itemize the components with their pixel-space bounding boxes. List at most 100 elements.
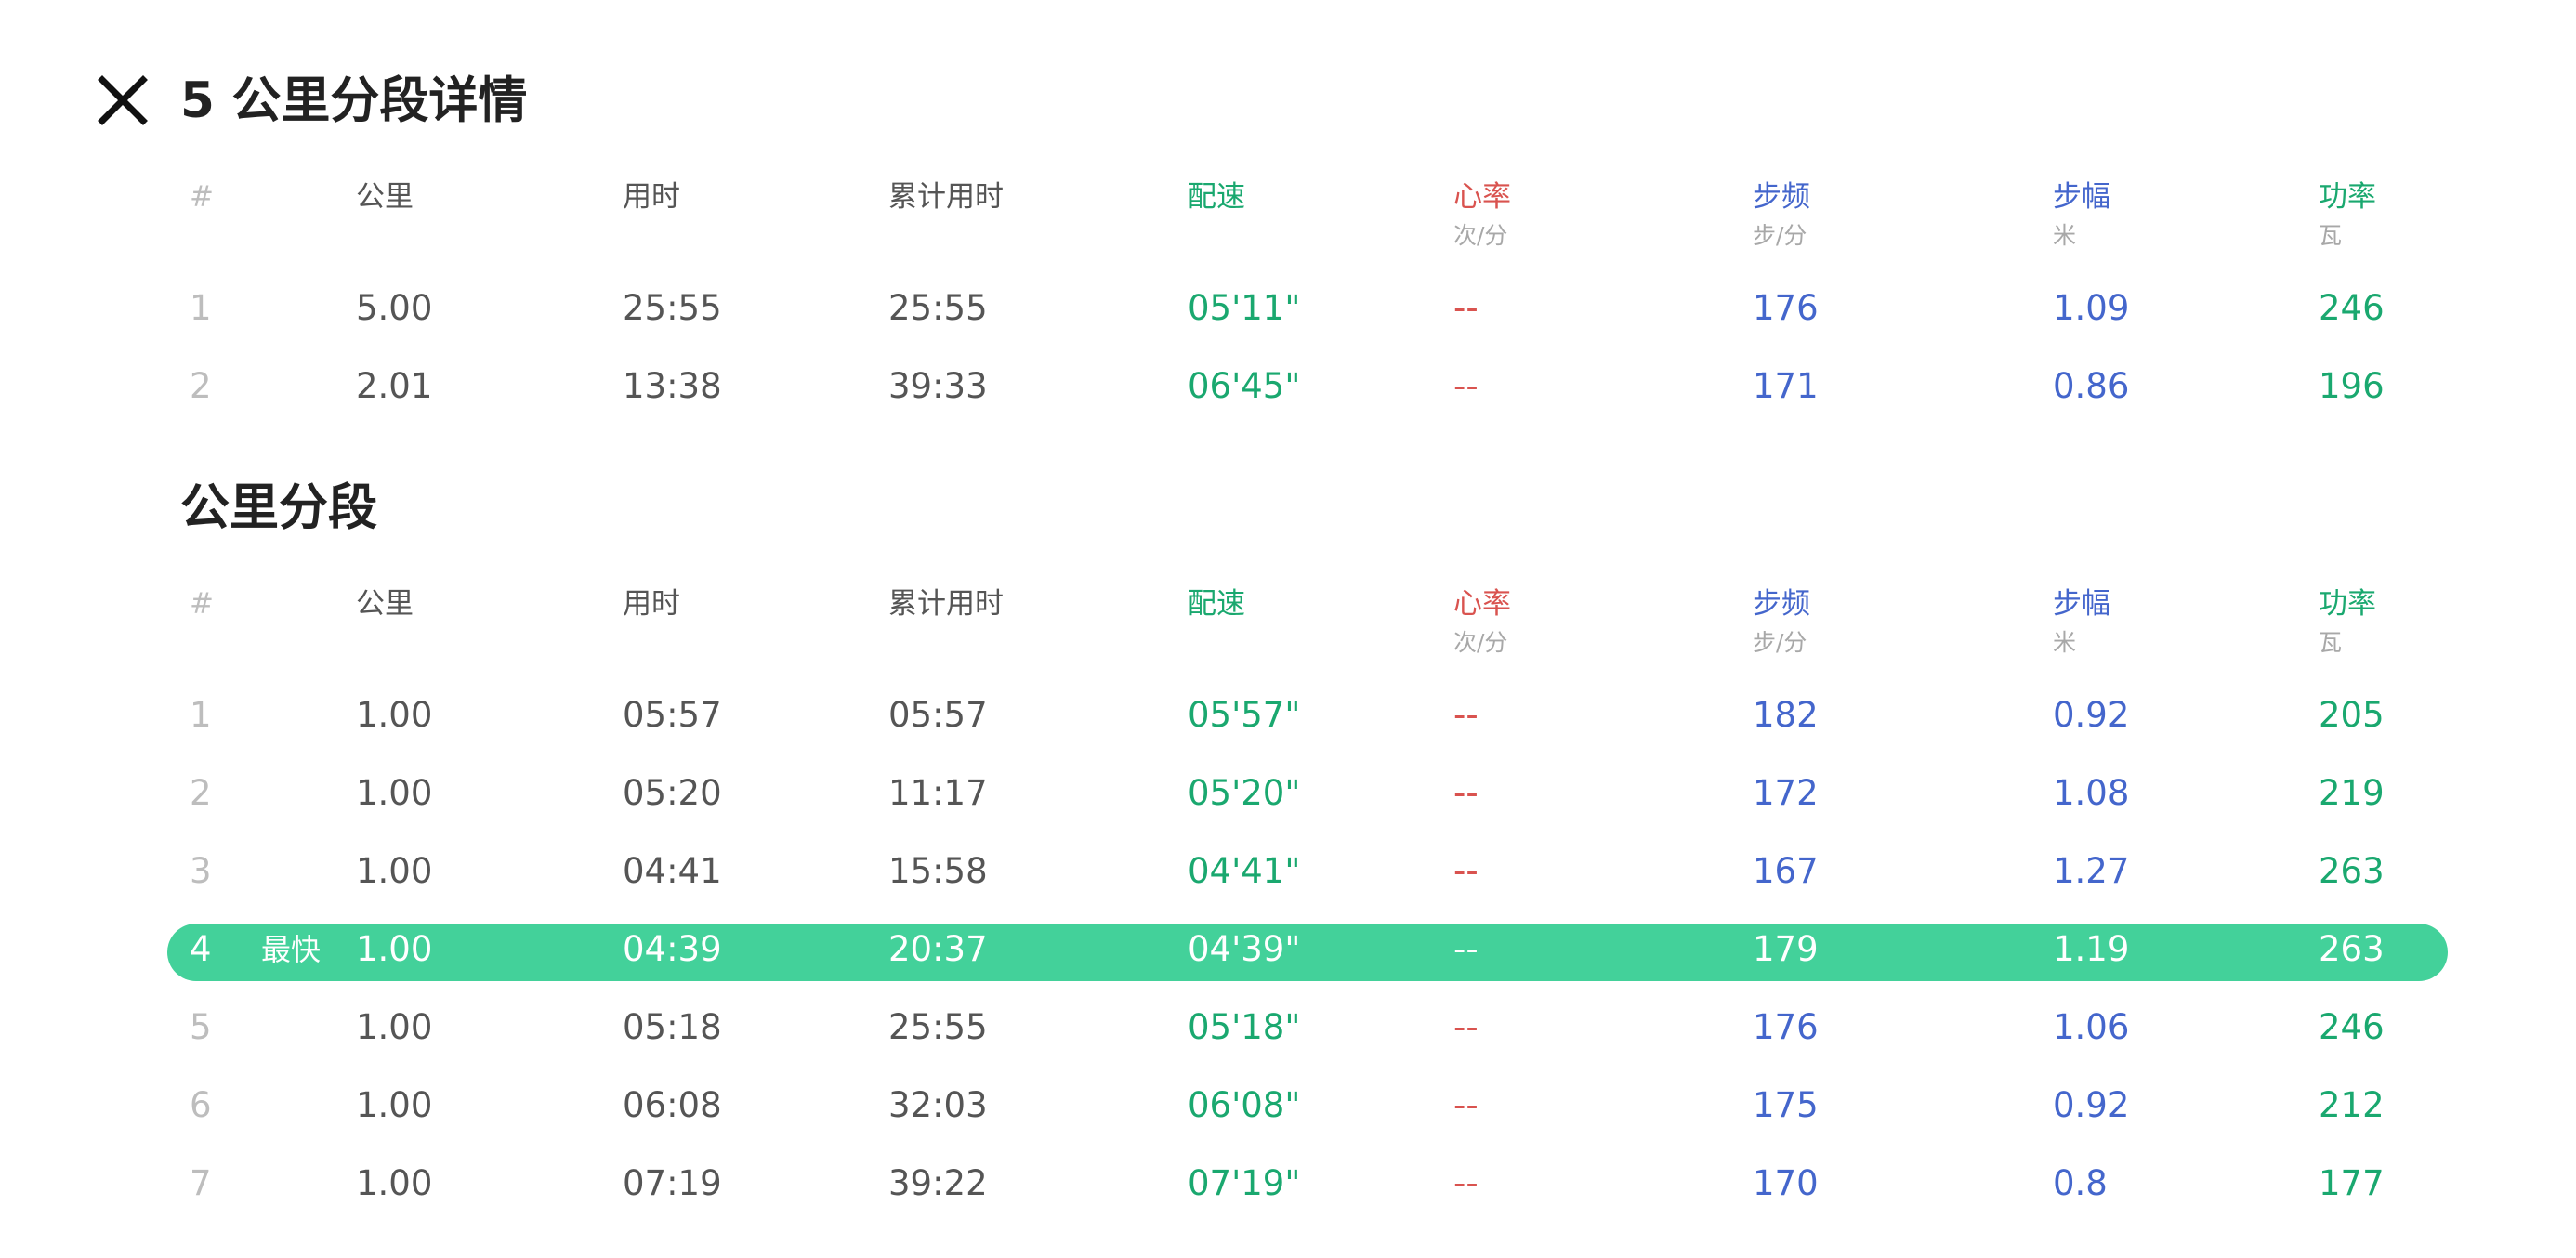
header-time: 用时 [623, 180, 680, 214]
cell-heart-rate: -- [1453, 773, 1479, 813]
cell-index: 1 [190, 695, 212, 735]
cell-cumulative: 20:37 [888, 929, 988, 969]
unit-power: 瓦 [2319, 629, 2343, 656]
cell-stride: 0.92 [2053, 695, 2130, 735]
header-time: 用时 [623, 587, 680, 621]
cell-power: 246 [2319, 288, 2385, 328]
cell-index: 7 [190, 1163, 212, 1203]
cell-cadence: 176 [1753, 1007, 1819, 1047]
cell-cumulative: 32:03 [888, 1085, 988, 1125]
cell-stride: 1.27 [2053, 851, 2130, 891]
cell-km: 1.00 [356, 929, 433, 969]
cell-pace: 06'08" [1188, 1085, 1301, 1125]
cell-cumulative: 39:22 [888, 1163, 988, 1203]
cell-cadence: 167 [1753, 851, 1819, 891]
table-row: 5 1.00 05:18 25:55 05'18" -- 176 1.06 24… [167, 989, 2448, 1067]
cell-cadence: 176 [1753, 288, 1819, 328]
cell-pace: 05'11" [1188, 288, 1301, 328]
section-title-km-splits: 公里分段 [180, 479, 377, 536]
cell-cumulative: 11:17 [888, 773, 988, 813]
header-km: 公里 [356, 180, 414, 214]
cell-power: 212 [2319, 1085, 2385, 1125]
unit-cadence: 步/分 [1753, 222, 1807, 249]
cell-km: 2.01 [356, 366, 433, 406]
unit-stride: 米 [2053, 629, 2077, 656]
table-row: 2 1.00 05:20 11:17 05'20" -- 172 1.08 21… [167, 754, 2448, 832]
table-header: # 公里 用时 累计用时 配速 心率 次/分 步频 步/分 步幅米 功率瓦 [167, 177, 2448, 269]
page-title: 5 公里分段详情 [180, 72, 528, 129]
cell-cadence: 171 [1753, 366, 1819, 406]
cell-cumulative: 25:55 [888, 1007, 988, 1047]
table-row: 2 2.01 13:38 39:33 06'45" -- 171 0.86 19… [167, 347, 2448, 426]
cell-heart-rate: -- [1453, 288, 1479, 328]
table-row: 1 5.00 25:55 25:55 05'11" -- 176 1.09 24… [167, 269, 2448, 347]
header-stride: 步幅米 [2053, 177, 2110, 253]
cell-km: 1.00 [356, 1085, 433, 1125]
cell-heart-rate: -- [1453, 695, 1479, 735]
cell-time: 06:08 [623, 1085, 722, 1125]
cell-cadence: 175 [1753, 1085, 1819, 1125]
cell-heart-rate: -- [1453, 851, 1479, 891]
cell-heart-rate: -- [1453, 1085, 1479, 1125]
table-row: 3 1.00 04:41 15:58 04'41" -- 167 1.27 26… [167, 832, 2448, 911]
cell-power: 219 [2319, 773, 2385, 813]
header-index: # [190, 180, 214, 214]
header-cadence: 步频 步/分 [1753, 177, 1810, 253]
cell-power: 246 [2319, 1007, 2385, 1047]
header-cumulative: 累计用时 [888, 587, 1004, 621]
header-power: 功率瓦 [2319, 177, 2376, 253]
cell-time: 05:57 [623, 695, 722, 735]
cell-index: 2 [190, 773, 212, 813]
header-stride: 步幅米 [2053, 583, 2110, 660]
cell-cumulative: 39:33 [888, 366, 988, 406]
header-power: 功率瓦 [2319, 583, 2376, 660]
cell-cadence: 179 [1753, 929, 1819, 969]
cell-time: 25:55 [623, 288, 722, 328]
unit-cadence: 步/分 [1753, 629, 1807, 656]
cell-pace: 05'18" [1188, 1007, 1301, 1047]
header-km: 公里 [356, 587, 414, 621]
unit-stride: 米 [2053, 222, 2077, 249]
cell-stride: 0.8 [2053, 1163, 2108, 1203]
cell-power: 196 [2319, 366, 2385, 406]
cell-stride: 1.09 [2053, 288, 2130, 328]
header-heart-rate: 心率 次/分 [1453, 177, 1511, 253]
cell-time: 13:38 [623, 366, 722, 406]
cell-km: 1.00 [356, 1007, 433, 1047]
cell-time: 07:19 [623, 1163, 722, 1203]
unit-heart-rate: 次/分 [1453, 222, 1508, 249]
cell-heart-rate: -- [1453, 366, 1479, 406]
cell-km: 1.00 [356, 695, 433, 735]
cell-index: 4 [190, 929, 212, 969]
cell-stride: 1.08 [2053, 773, 2130, 813]
cell-cadence: 172 [1753, 773, 1819, 813]
cell-index: 3 [190, 851, 212, 891]
table-header: # 公里 用时 累计用时 配速 心率 次/分 步频 步/分 步幅米 功率瓦 [167, 583, 2448, 676]
cell-pace: 05'20" [1188, 773, 1301, 813]
cell-time: 05:20 [623, 773, 722, 813]
unit-power: 瓦 [2319, 222, 2343, 249]
header-index: # [190, 587, 214, 621]
table-row-fastest: 4 最快 1.00 04:39 20:37 04'39" -- 179 1.19… [167, 911, 2448, 989]
cell-power: 177 [2319, 1163, 2385, 1203]
cell-pace: 06'45" [1188, 366, 1301, 406]
cell-power: 205 [2319, 695, 2385, 735]
close-button[interactable] [97, 74, 149, 126]
close-icon [98, 75, 148, 125]
cell-stride: 0.92 [2053, 1085, 2130, 1125]
cell-time: 05:18 [623, 1007, 722, 1047]
cell-power: 263 [2319, 851, 2385, 891]
cell-stride: 1.19 [2053, 929, 2130, 969]
cell-stride: 1.06 [2053, 1007, 2130, 1047]
cell-pace: 04'41" [1188, 851, 1301, 891]
cell-heart-rate: -- [1453, 1007, 1479, 1047]
cell-cumulative: 15:58 [888, 851, 988, 891]
cell-pace: 05'57" [1188, 695, 1301, 735]
cell-heart-rate: -- [1453, 929, 1479, 969]
cell-time: 04:41 [623, 851, 722, 891]
header-pace: 配速 [1188, 587, 1245, 621]
cell-heart-rate: -- [1453, 1163, 1479, 1203]
header-cumulative: 累计用时 [888, 180, 1004, 214]
splits-1km-table: # 公里 用时 累计用时 配速 心率 次/分 步频 步/分 步幅米 功率瓦 1 1.… [167, 583, 2448, 1223]
cell-index: 1 [190, 288, 212, 328]
